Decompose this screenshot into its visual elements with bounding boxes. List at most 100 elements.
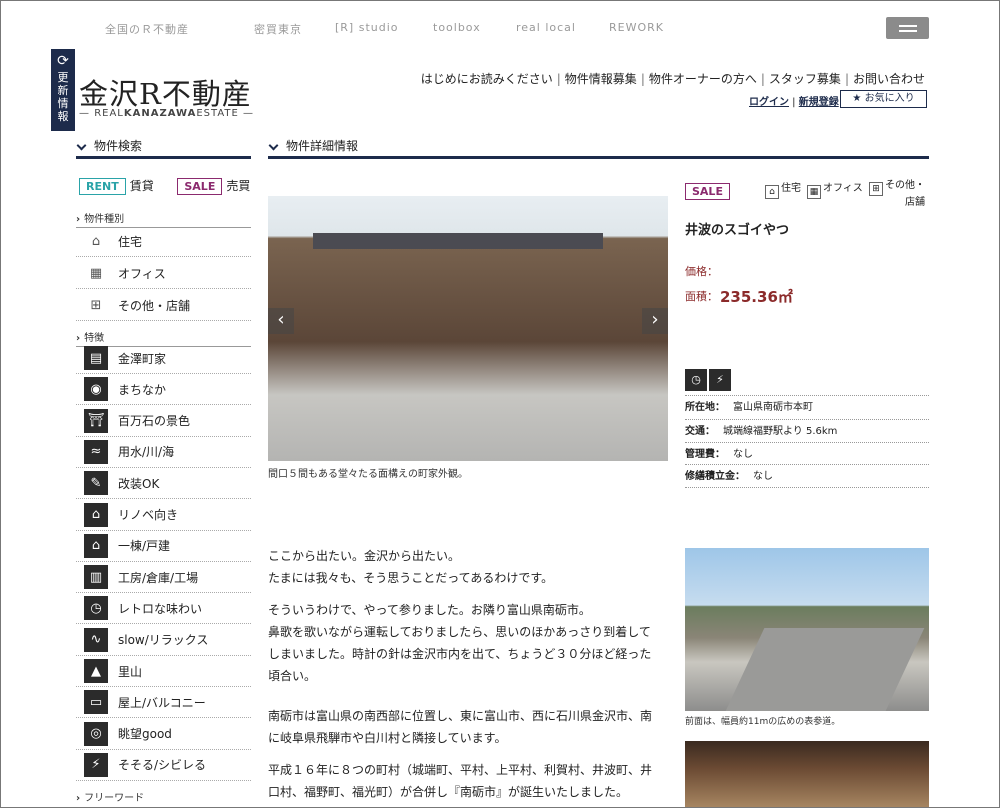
info-row-repair-reserve: 修繕積立金： なし	[685, 464, 929, 488]
rent-sale-toggle: RENT 賃貸 SALE 売買	[79, 177, 250, 195]
area-label: 面積：	[685, 290, 718, 303]
article-paragraph: ここから出たい。金沢から出たい。 たまには我々も、そう思うことだってあるわけです…	[268, 549, 554, 585]
detail-section-head: 物件詳細情報	[268, 139, 929, 159]
machiya-icon: ▤	[84, 346, 108, 370]
sidebar-item-label: slow/リラックス	[118, 633, 209, 648]
property-name: 井波のスゴイやつ	[685, 223, 790, 238]
site-nav: 全国のＲ不動産 密買東京 [R] studio toolbox real loc…	[1, 21, 999, 37]
sidebar-item-label: 屋上/バルコニー	[118, 695, 206, 710]
retro-clock-icon: ◷	[84, 596, 108, 621]
header-link[interactable]: スタッフ募集	[769, 72, 841, 86]
factory-icon: ▥	[84, 565, 108, 590]
photo-facade-roof	[313, 233, 603, 249]
scenery-icon: ⛩	[84, 408, 108, 433]
sidebar-item-label: オフィス	[118, 266, 166, 281]
header-links: はじめにお読みください | 物件情報募集 | 物件オーナーの方へ | スタッフ募集 | お問い合…	[420, 72, 925, 86]
sidebar-item[interactable]: ⚡ そそる/シビレる	[76, 750, 251, 781]
downtown-icon: ◉	[84, 377, 108, 402]
gallery-next-button[interactable]: ›	[642, 308, 668, 334]
sale-label[interactable]: 売買	[226, 179, 250, 193]
sidebar-item[interactable]: ⛩ 百万石の景色	[76, 406, 251, 437]
header-link[interactable]: はじめにお読みください	[421, 72, 553, 86]
chevron-down-icon	[76, 140, 87, 150]
chevron-down-icon	[268, 140, 279, 150]
sidebar-item-label: 眺望good	[118, 727, 172, 742]
site-nav-link[interactable]: real local	[516, 21, 576, 34]
rent-label[interactable]: 賃貸	[130, 179, 154, 193]
info-row-management-fee: 管理費： なし	[685, 442, 929, 466]
site-nav-link[interactable]: 密買東京	[254, 21, 302, 37]
free-word-head[interactable]: フリーワード	[76, 789, 144, 804]
property-feature-icons: ◷ ⚡	[685, 368, 733, 391]
sidebar-item[interactable]: ▭ 屋上/バルコニー	[76, 687, 251, 719]
renovation-icon: ✎	[84, 471, 108, 496]
house-icon: ⌂	[765, 185, 779, 199]
article-paragraph: 南砺市は富山県の南西部に位置し、東に富山市、西に石川県金沢市、南に岐阜県飛騨市や…	[268, 709, 653, 745]
info-row-address: 所在地： 富山県南砺市本町	[685, 395, 929, 419]
sidebar-item-label: 住宅	[118, 234, 143, 249]
sidebar-item[interactable]: ⌂ リノベ向き	[76, 500, 251, 531]
area-value: 235.36㎡	[720, 288, 793, 306]
site-logo-subtitle: — REALKANAZAWAESTATE —	[79, 108, 255, 119]
site-nav-link[interactable]: toolbox	[433, 21, 481, 34]
sidebar-item[interactable]: ◎ 眺望good	[76, 719, 251, 750]
street-photo-caption: 前面は、幅員約11mの広めの表参道。	[685, 717, 841, 727]
gallery-prev-button[interactable]: ‹	[268, 308, 294, 334]
rent-tag[interactable]: RENT	[79, 178, 126, 195]
mountain-icon: ▲	[84, 659, 108, 683]
account-links: ログイン | 新規登録	[749, 97, 839, 108]
house-icon: ⌂	[91, 233, 101, 249]
sidebar-item[interactable]: ▥ 工房/倉庫/工場	[76, 562, 251, 594]
photo-road	[725, 628, 925, 711]
sidebar-item-label: リノベ向き	[118, 508, 179, 522]
sidebar-item[interactable]: ▤ 金澤町家	[76, 343, 251, 374]
site-nav-link[interactable]: 全国のＲ不動産	[105, 21, 189, 37]
sidebar-item[interactable]: ∿ slow/リラックス	[76, 625, 251, 656]
office-icon: ▦	[89, 265, 103, 281]
site-nav-link[interactable]: REWORK	[609, 21, 664, 34]
sidebar-item[interactable]: ⌂ 一棟/戸建	[76, 531, 251, 562]
search-section-head: 物件検索	[76, 139, 251, 159]
sidebar-item-label: 工房/倉庫/工場	[118, 570, 199, 585]
water-icon: ≈	[84, 439, 108, 464]
favorites-button[interactable]: ★ お気に入り	[840, 90, 927, 108]
sidebar-item-label: 百万石の景色	[118, 414, 191, 429]
sidebar-item[interactable]: ◷ レトロな味わい	[76, 593, 251, 625]
street-photo	[685, 548, 929, 711]
sidebar-item-label: 金澤町家	[118, 351, 167, 366]
property-type-house: ⌂ 住宅	[765, 179, 801, 199]
property-type-office: ▦ オフィス	[807, 179, 863, 199]
sidebar-item-label: そそる/シビレる	[118, 758, 207, 773]
sidebar-item[interactable]: ✎ 改装OK	[76, 468, 251, 500]
sidebar-item[interactable]: ▦ オフィス	[76, 258, 251, 289]
site-nav-link[interactable]: [R] studio	[335, 21, 399, 34]
page: 全国のＲ不動産 密買東京 [R] studio toolbox real loc…	[0, 0, 1000, 808]
sidebar-item-label: 里山	[118, 664, 143, 679]
update-info-tab[interactable]: ⟳ 更新情報	[51, 49, 75, 131]
sidebar-item[interactable]: ⌂ 住宅	[76, 226, 251, 257]
info-divider	[685, 487, 929, 488]
header-link[interactable]: 物件オーナーの方へ	[649, 72, 757, 86]
article-paragraph: そういうわけで、やって参りました。お隣り富山県南砺市。 鼻歌を歌いながら運転して…	[268, 603, 652, 683]
article-body: ここから出たい。金沢から出たい。 たまには我々も、そう思うことだってあるわけです…	[268, 545, 660, 807]
lightning-icon[interactable]: ⚡	[709, 369, 731, 391]
sidebar-item[interactable]: ▲ 里山	[76, 656, 251, 687]
header-link[interactable]: お問い合わせ	[853, 72, 925, 86]
login-link[interactable]: ログイン	[749, 97, 789, 108]
header-link[interactable]: 物件情報募集	[565, 72, 637, 86]
update-info-label: 更新情報	[57, 71, 69, 123]
photo-caption: 間口５間もある堂々たる面構えの町家外観。	[268, 469, 468, 480]
sidebar-item[interactable]: ⊞ その他・店舗	[76, 290, 251, 321]
sidebar-item-label: その他・店舗	[118, 298, 191, 313]
sidebar-item[interactable]: ≈ 用水/川/海	[76, 437, 251, 468]
office-icon: ▦	[807, 185, 821, 199]
retro-clock-icon[interactable]: ◷	[685, 369, 707, 391]
site-logo[interactable]: 金沢R不動産	[79, 71, 252, 113]
interior-photo	[685, 741, 929, 807]
store-icon: ⊞	[869, 182, 883, 196]
register-link[interactable]: 新規登録	[799, 97, 839, 108]
sale-tag[interactable]: SALE	[177, 178, 223, 195]
hamburger-menu-button[interactable]	[886, 17, 929, 39]
sidebar-item[interactable]: ◉ まちなか	[76, 374, 251, 406]
balcony-icon: ▭	[84, 690, 108, 715]
